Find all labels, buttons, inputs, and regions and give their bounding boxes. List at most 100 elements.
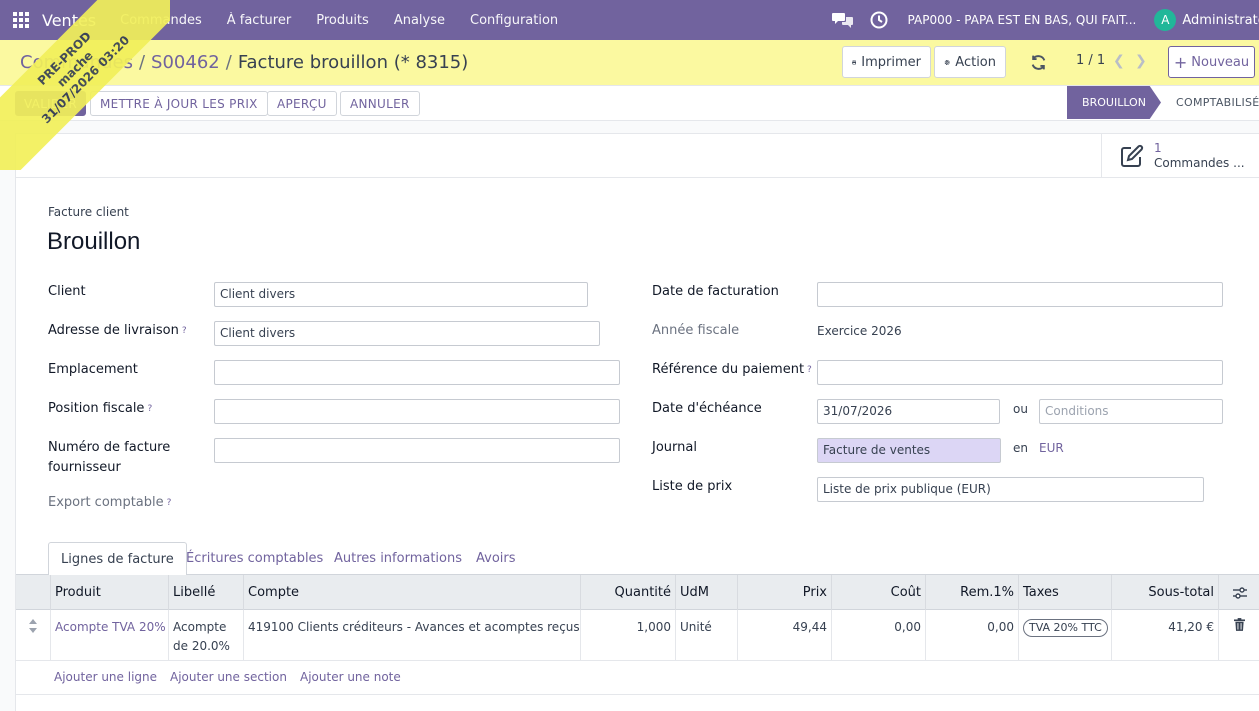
breadcrumb-current: Facture brouillon (* 8315) xyxy=(237,52,469,73)
cell-taxes[interactable]: TVA 20% TTC xyxy=(1018,610,1111,661)
edit-icon xyxy=(1121,144,1144,167)
cell-account[interactable]: 419100 Clients créditeurs - Avances et a… xyxy=(243,610,580,661)
column-header-cost[interactable]: Coût xyxy=(831,575,925,610)
column-header-product[interactable]: Produit xyxy=(50,575,168,610)
validate-button[interactable]: VALIDER xyxy=(15,91,86,116)
control-panel: Commandes / S00462/Facture brouillon (* 83… xyxy=(0,40,1259,86)
cell-uom[interactable]: Unité xyxy=(675,610,737,661)
action-button[interactable]: Action xyxy=(934,46,1006,78)
supplier-invoice-field[interactable] xyxy=(214,438,620,463)
cancel-button[interactable]: ANNULER xyxy=(340,91,420,116)
client-field[interactable]: Client divers xyxy=(214,282,588,307)
user-menu[interactable]: Administrator xyxy=(1182,13,1259,28)
location-label: Emplacement xyxy=(48,362,138,377)
optional-columns-icon[interactable] xyxy=(1218,575,1259,610)
tab-journal-items[interactable]: Écritures comptables xyxy=(174,542,335,575)
menu-configuration[interactable]: Configuration xyxy=(470,13,558,28)
tab-credit-notes[interactable]: Avoirs xyxy=(464,542,528,575)
fiscal-position-field[interactable] xyxy=(214,399,620,424)
pricelist-field[interactable]: Liste de prix publique (EUR) xyxy=(817,477,1204,502)
stage-draft[interactable]: BROUILLON xyxy=(1067,86,1161,119)
delivery-address-label-text: Adresse de livraison xyxy=(48,323,179,338)
pager-previous-icon[interactable]: ❮ xyxy=(1113,53,1125,69)
payment-terms-field[interactable]: Conditions xyxy=(1039,399,1223,424)
plus-icon: + xyxy=(1173,52,1188,72)
cell-label[interactable]: Acompte de 20.0% xyxy=(168,610,243,661)
delivery-address-field[interactable]: Client divers xyxy=(214,321,600,346)
help-icon[interactable]: ? xyxy=(167,498,172,508)
menu-a-facturer[interactable]: À facturer xyxy=(227,13,291,28)
add-section-link[interactable]: Ajouter une section xyxy=(170,670,287,684)
smart-button-bar: 1 Commandes ... xyxy=(16,134,1259,178)
update-prices-button[interactable]: METTRE À JOUR LES PRIX xyxy=(90,91,268,116)
table-row[interactable]: Acompte TVA 20% Acompte de 20.0% 419100 … xyxy=(16,610,1259,661)
payment-reference-label: Référence du paiement? xyxy=(652,360,812,380)
breadcrumb-commandes[interactable]: Commandes xyxy=(20,52,133,73)
new-button[interactable]: + Nouveau xyxy=(1168,46,1255,78)
journal-field[interactable]: Facture de ventes xyxy=(817,438,1001,463)
company-switcher[interactable]: PAP000 - PAPA EST EN BAS, QUI FAIT... xyxy=(908,13,1137,27)
cell-product[interactable]: Acompte TVA 20% xyxy=(50,610,168,661)
menu-analyse[interactable]: Analyse xyxy=(394,13,445,28)
drag-handle-icon[interactable] xyxy=(16,610,50,661)
supplier-invoice-label-line-1: Numéro de facture xyxy=(48,440,171,455)
column-header-taxes[interactable]: Taxes xyxy=(1018,575,1111,610)
payment-reference-label-text: Référence du paiement xyxy=(652,362,805,377)
supplier-invoice-label-line-2: fournisseur xyxy=(48,460,121,475)
handle-column-header xyxy=(16,575,50,610)
clock-icon[interactable] xyxy=(868,9,890,31)
sale-orders-smart-button[interactable]: 1 Commandes ... xyxy=(1101,134,1259,178)
stage-posted[interactable]: COMPTABILISÉ xyxy=(1176,96,1259,109)
print-button[interactable]: Imprimer xyxy=(842,46,931,78)
currency-in-text: en xyxy=(1013,441,1028,455)
menu-commandes[interactable]: Commandes xyxy=(120,13,202,28)
fiscal-year-value: Exercice 2026 xyxy=(817,324,902,338)
discuss-icon[interactable] xyxy=(831,9,854,31)
cell-subtotal: 41,20 € xyxy=(1111,610,1218,661)
print-icon xyxy=(852,59,857,65)
breadcrumb-order[interactable]: S00462 xyxy=(151,52,220,73)
help-icon[interactable]: ? xyxy=(807,365,812,375)
column-header-uom[interactable]: UdM xyxy=(675,575,737,610)
print-label: Imprimer xyxy=(861,54,921,70)
column-header-subtotal[interactable]: Sous-total xyxy=(1111,575,1218,610)
help-icon[interactable]: ? xyxy=(182,326,187,336)
due-date-field[interactable]: 31/07/2026 xyxy=(817,399,1000,424)
fiscal-position-label-text: Position fiscale xyxy=(48,401,145,416)
column-header-price[interactable]: Prix xyxy=(737,575,831,610)
apps-grid-icon[interactable] xyxy=(0,0,42,40)
column-header-label[interactable]: Libellé xyxy=(168,575,243,610)
payment-reference-field[interactable] xyxy=(817,360,1223,385)
menu-produits[interactable]: Produits xyxy=(316,13,369,28)
reload-icon[interactable] xyxy=(1030,54,1047,71)
supplier-invoice-label: Numéro de facture fournisseur xyxy=(48,438,170,478)
pricelist-label: Liste de prix xyxy=(652,479,733,494)
column-header-account[interactable]: Compte xyxy=(243,575,580,610)
breadcrumb-separator: / xyxy=(225,52,232,73)
pager-next-icon[interactable]: ❯ xyxy=(1135,53,1147,69)
tab-other-info[interactable]: Autres informations xyxy=(322,542,474,575)
add-line-row: Ajouter une ligne Ajouter une section Aj… xyxy=(16,661,1259,695)
preview-button[interactable]: APERÇU xyxy=(267,91,337,116)
column-header-quantity[interactable]: Quantité xyxy=(580,575,675,610)
currency-link[interactable]: EUR xyxy=(1039,441,1064,455)
document-title: Brouillon xyxy=(47,228,141,255)
export-label-text: Export comptable xyxy=(48,495,164,510)
new-label: Nouveau xyxy=(1191,54,1250,70)
invoice-date-field[interactable] xyxy=(817,282,1223,307)
cell-cost[interactable]: 0,00 xyxy=(831,610,925,661)
help-icon[interactable]: ? xyxy=(147,404,152,414)
pager-value[interactable]: 1 / 1 xyxy=(1076,53,1105,68)
delete-row-icon[interactable] xyxy=(1218,610,1259,661)
column-header-discount[interactable]: Rem.1% xyxy=(925,575,1018,610)
add-note-link[interactable]: Ajouter une note xyxy=(300,670,401,684)
cell-discount[interactable]: 0,00 xyxy=(925,610,1018,661)
due-date-label: Date d'échéance xyxy=(652,401,762,416)
app-name[interactable]: Ventes xyxy=(42,11,96,30)
tab-invoice-lines[interactable]: Lignes de facture xyxy=(48,542,187,576)
cell-price[interactable]: 49,44 xyxy=(737,610,831,661)
user-avatar[interactable]: A xyxy=(1154,9,1177,31)
add-line-link[interactable]: Ajouter une ligne xyxy=(54,670,157,684)
location-field[interactable] xyxy=(214,360,620,385)
cell-quantity[interactable]: 1,000 xyxy=(580,610,675,661)
